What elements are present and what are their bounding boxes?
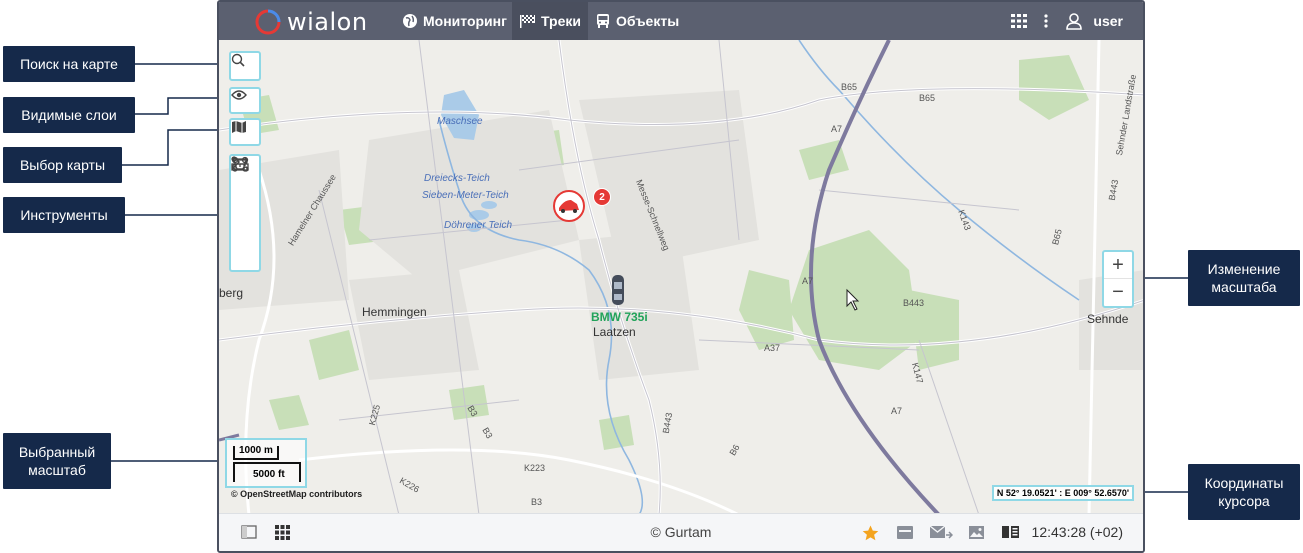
more-vertical-icon[interactable] bbox=[1043, 13, 1049, 29]
top-navigation-bar: wialon Мониторинг Треки Объекты user bbox=[219, 2, 1143, 40]
tab-monitoring-label: Мониторинг bbox=[423, 13, 507, 29]
tab-tracks-label: Треки bbox=[541, 13, 581, 29]
map-attribution[interactable]: © OpenStreetMap contributors bbox=[231, 489, 362, 499]
bottom-status-bar: © Gurtam 12:43:28 (+02) bbox=[219, 513, 1143, 551]
road-k223: K223 bbox=[524, 463, 546, 473]
messages-icon[interactable] bbox=[929, 525, 953, 540]
label-laatzen: Laatzen bbox=[593, 325, 636, 339]
callout-search: Поиск на карте bbox=[3, 46, 135, 82]
wialon-window: wialon Мониторинг Треки Объекты user Mas… bbox=[217, 0, 1145, 553]
apps-grid-icon[interactable] bbox=[1011, 13, 1028, 29]
brand-name: wialon bbox=[287, 8, 368, 36]
label-hemmingen: Hemmingen bbox=[362, 305, 427, 319]
tab-monitoring[interactable]: Мониторинг bbox=[395, 2, 514, 40]
callout-selected-scale: Выбранный масштаб bbox=[3, 433, 111, 489]
road-b65: B65 bbox=[841, 82, 858, 92]
unit-label-bmw[interactable]: BMW 735i bbox=[591, 310, 648, 324]
header-actions: user bbox=[1011, 2, 1143, 40]
callout-layers: Видимые слои bbox=[3, 97, 135, 133]
wialon-logo[interactable]: wialon bbox=[255, 8, 368, 36]
road-b443: B443 bbox=[903, 298, 925, 308]
road-b65: B65 bbox=[919, 93, 936, 103]
notifications-icon[interactable] bbox=[896, 525, 914, 540]
chevron-right-icon bbox=[233, 156, 241, 168]
label-sieben-meter-teich: Sieben-Meter-Teich bbox=[422, 190, 509, 201]
cursor-coordinates: N 52° 19.0521' : E 009° 52.6570' bbox=[991, 485, 1134, 501]
road-a7: A7 bbox=[891, 406, 903, 416]
tab-tracks[interactable]: Треки bbox=[512, 2, 588, 40]
cluster-count-badge[interactable]: 2 bbox=[593, 188, 611, 206]
user-icon[interactable] bbox=[1065, 12, 1083, 30]
label-dreiecks-teich: Dreiecks-Teich bbox=[424, 173, 490, 184]
label-maschsee: Maschsee bbox=[437, 116, 483, 127]
zoom-control: + − bbox=[1102, 250, 1134, 308]
label-sehnde: Sehnde bbox=[1087, 312, 1129, 326]
callout-zoom-change: Изменение масштаба bbox=[1188, 250, 1300, 306]
road-a7: A7 bbox=[802, 276, 814, 286]
expand-tools-button[interactable] bbox=[231, 156, 259, 264]
callout-cursor-coords: Координаты курсора bbox=[1188, 464, 1300, 520]
server-time: 12:43:28 (+02) bbox=[1031, 524, 1123, 540]
scale-metric: 1000 m bbox=[233, 446, 279, 460]
route-tool-button[interactable] bbox=[231, 156, 259, 210]
road-a7: A7 bbox=[831, 124, 843, 134]
label-dohrener-teich: Döhrener Teich bbox=[444, 220, 513, 231]
map-select-button[interactable] bbox=[229, 118, 261, 146]
globe-icon bbox=[403, 14, 417, 28]
road-b3: B3 bbox=[531, 497, 543, 507]
image-icon[interactable] bbox=[968, 525, 985, 540]
map-canvas[interactable]: Maschsee Dreiecks-Teich Sieben-Meter-Tei… bbox=[219, 40, 1143, 515]
geofence-tool-button[interactable] bbox=[231, 156, 259, 237]
checkered-flag-icon bbox=[520, 14, 535, 28]
search-icon bbox=[231, 53, 245, 67]
star-icon[interactable] bbox=[862, 525, 879, 541]
eye-icon bbox=[231, 90, 247, 100]
bus-icon bbox=[597, 14, 609, 28]
callout-map-select: Выбор карты bbox=[3, 147, 122, 183]
tools-panel bbox=[229, 154, 261, 272]
folded-map-icon bbox=[232, 121, 246, 133]
tab-units-label: Объекты bbox=[616, 13, 680, 29]
tab-units[interactable]: Объекты bbox=[588, 2, 686, 40]
map-search-button[interactable] bbox=[229, 51, 261, 81]
road-a37: A37 bbox=[764, 343, 781, 353]
visible-layers-button[interactable] bbox=[229, 87, 261, 114]
map-tiles bbox=[219, 40, 1143, 515]
wialon-logo-icon bbox=[255, 9, 281, 35]
zoom-out-button[interactable]: − bbox=[1104, 279, 1132, 306]
user-name[interactable]: user bbox=[1093, 13, 1123, 29]
callout-tools: Инструменты bbox=[3, 197, 125, 233]
scale-imperial: 5000 ft bbox=[233, 462, 301, 482]
zoom-in-button[interactable]: + bbox=[1104, 252, 1132, 279]
label-berg: berg bbox=[219, 286, 244, 300]
layout-icon[interactable] bbox=[1001, 525, 1020, 539]
map-scale: 1000 m 5000 ft bbox=[225, 438, 307, 488]
